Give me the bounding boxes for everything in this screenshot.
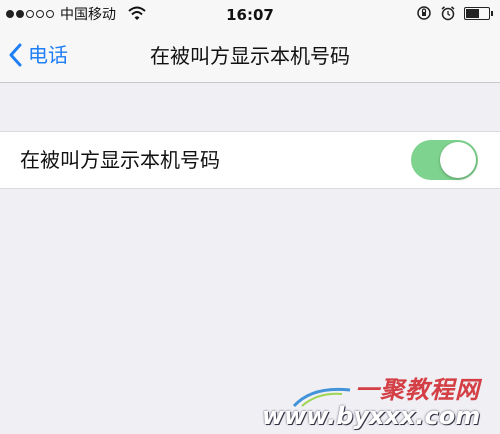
watermark-url: www.byxxx.com bbox=[262, 402, 481, 430]
rotation-lock-icon bbox=[417, 6, 431, 20]
watermark-logo: 一聚教程网 www.byxxx.com bbox=[262, 370, 492, 430]
navigation-bar: 电话 在被叫方显示本机号码 bbox=[0, 30, 500, 83]
toggle-knob bbox=[440, 142, 476, 178]
battery-fill bbox=[466, 8, 479, 18]
status-right-icons bbox=[416, 5, 493, 21]
page-title: 在被叫方显示本机号码 bbox=[150, 44, 350, 68]
show-caller-id-row: 在被叫方显示本机号码 bbox=[0, 131, 500, 189]
status-bar: 中国移动 16:07 bbox=[0, 0, 500, 30]
watermark-title: 一聚教程网 bbox=[355, 376, 480, 404]
show-caller-id-toggle[interactable] bbox=[411, 140, 478, 180]
show-caller-id-label: 在被叫方显示本机号码 bbox=[20, 148, 220, 172]
battery-icon bbox=[464, 6, 493, 20]
alarm-icon bbox=[441, 6, 455, 21]
